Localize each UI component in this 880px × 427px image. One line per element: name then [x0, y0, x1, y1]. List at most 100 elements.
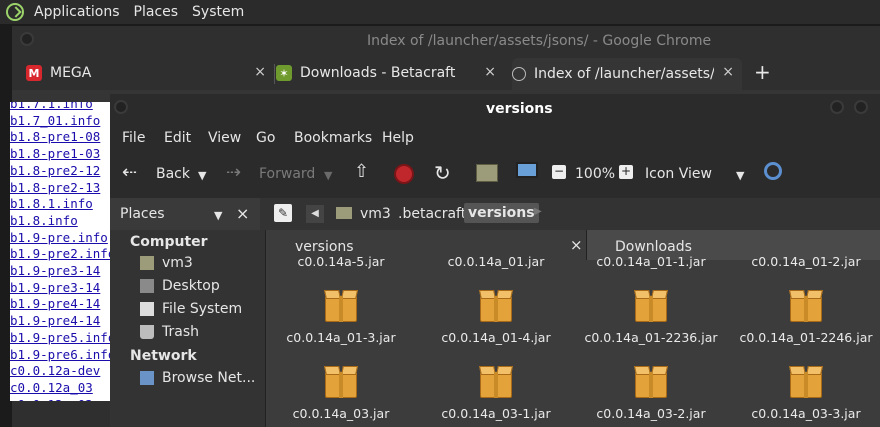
stop-icon[interactable]: [394, 164, 414, 184]
file-item[interactable]: c0.0.14a_01.jar: [421, 254, 571, 269]
directory-listing: b1.7.1.info b1.7_01.info b1.8-pre1-08 b1.8-…: [10, 102, 120, 401]
listing-link[interactable]: b1.8.info: [10, 213, 120, 230]
menu-file[interactable]: File: [122, 130, 145, 146]
listing-link[interactable]: b1.9-pre6.info: [10, 347, 120, 364]
tab-label: Downloads - Betacraft: [300, 65, 456, 81]
file-item[interactable]: c0.0.14a_01-3.jar: [266, 288, 416, 345]
breadcrumb-left-icon[interactable]: ◀: [306, 205, 324, 223]
file-name: c0.0.14a_01.jar: [447, 254, 545, 269]
file-item[interactable]: c0.0.14a_01-2246.jar: [731, 288, 880, 345]
package-icon: [478, 364, 514, 400]
sidebar-dropdown-icon[interactable]: ▼: [214, 209, 222, 222]
file-item[interactable]: c0.0.14a_03-3.jar: [731, 364, 880, 421]
places-sidebar: Computer vm3 Desktop File System Trash N…: [110, 230, 265, 427]
file-item[interactable]: c0.0.14a_01-4.jar: [421, 288, 571, 345]
minimize-icon[interactable]: [830, 100, 844, 114]
close-tab-icon[interactable]: ×: [254, 64, 266, 80]
forward-button[interactable]: Forward: [259, 166, 315, 182]
listing-link[interactable]: b1.8-pre2-13: [10, 180, 120, 197]
window-menu-icon[interactable]: [114, 100, 128, 114]
listing-link[interactable]: c0.0.12a-dev: [10, 363, 120, 380]
package-icon: [788, 288, 824, 324]
view-mode-select[interactable]: Icon View: [645, 166, 712, 182]
forward-dropdown-icon[interactable]: ▼: [324, 169, 332, 182]
sidebar-type-select[interactable]: Places: [120, 206, 165, 222]
file-item[interactable]: c0.0.14a_01-1.jar: [576, 254, 726, 269]
back-dropdown-icon[interactable]: ▼: [198, 169, 206, 182]
file-item[interactable]: c0.0.14a-5.jar: [266, 254, 416, 269]
file-name: c0.0.14a_01-2236.jar: [584, 330, 718, 345]
search-icon[interactable]: [764, 162, 782, 180]
home-folder-icon[interactable]: [476, 164, 498, 182]
edit-location-icon[interactable]: ✎: [274, 204, 292, 222]
back-arrow-icon[interactable]: ⇠: [122, 162, 137, 183]
reload-icon[interactable]: ↻: [434, 161, 451, 185]
file-name: c0.0.14a_03-2.jar: [596, 406, 706, 421]
file-view: versions × Downloads c0.0.14a-5.jar c0.0.…: [265, 230, 880, 427]
listing-link[interactable]: b1.8-pre1-08: [10, 129, 120, 146]
forward-arrow-icon[interactable]: ⇢: [226, 162, 241, 183]
back-button[interactable]: Back: [156, 166, 190, 182]
breadcrumb-betacraft[interactable]: .betacraft: [398, 206, 466, 222]
breadcrumb-versions[interactable]: versions: [464, 203, 539, 223]
listing-link[interactable]: b1.8-pre2-12: [10, 163, 120, 180]
location-bar: Places ▼ × ✎ ◀ vm3 .betacraft versions ▶: [110, 198, 880, 230]
file-item[interactable]: c0.0.14a_01-2236.jar: [576, 288, 726, 345]
window-menu-icon[interactable]: [20, 32, 34, 46]
package-icon: [788, 364, 824, 400]
toolbar: ⇠ Back ▼ ⇢ Forward ▼ ⇧ ↻ − 100% + Icon V…: [110, 152, 880, 198]
breadcrumb-right-icon[interactable]: ▶: [534, 206, 542, 217]
listing-link[interactable]: c0.0.12a_03: [10, 397, 120, 401]
sidebar-item-trash[interactable]: Trash: [140, 324, 199, 340]
listing-link[interactable]: b1.9-pre4-14: [10, 296, 120, 313]
listing-link[interactable]: b1.9-pre4-14: [10, 313, 120, 330]
menu-help[interactable]: Help: [382, 130, 414, 146]
zoom-in-icon[interactable]: +: [619, 165, 633, 179]
new-tab-button[interactable]: +: [754, 60, 771, 84]
listing-link[interactable]: b1.9-pre3-14: [10, 263, 120, 280]
listing-link[interactable]: b1.8-pre1-03: [10, 146, 120, 163]
listing-link[interactable]: b1.9-pre3-14: [10, 280, 120, 297]
maximize-icon[interactable]: [854, 100, 868, 114]
applications-menu[interactable]: Applications: [34, 4, 120, 20]
up-icon[interactable]: ⇧: [354, 161, 369, 182]
network-icon: [140, 371, 154, 385]
computer-icon[interactable]: [516, 162, 538, 178]
menu-bookmarks[interactable]: Bookmarks: [294, 130, 372, 146]
menu-edit[interactable]: Edit: [164, 130, 191, 146]
sidebar-item-desktop[interactable]: Desktop: [140, 278, 220, 294]
listing-link[interactable]: b1.7_01.info: [10, 113, 120, 130]
close-tab-icon[interactable]: ×: [484, 64, 496, 80]
zoom-out-icon[interactable]: −: [552, 165, 566, 179]
betacraft-icon: ✶: [276, 65, 292, 81]
file-item[interactable]: c0.0.14a_03-2.jar: [576, 364, 726, 421]
system-menu[interactable]: System: [192, 4, 244, 20]
close-pane-icon[interactable]: ×: [570, 236, 583, 254]
sidebar-item-file-system[interactable]: File System: [140, 301, 242, 317]
close-tab-icon[interactable]: ×: [722, 64, 734, 80]
file-manager-window: versions File Edit View Go Bookmarks Hel…: [110, 94, 880, 427]
file-item[interactable]: c0.0.14a_03-1.jar: [421, 364, 571, 421]
tab-mega[interactable]: M MEGA ×: [26, 58, 274, 88]
listing-link[interactable]: c0.0.12a_03: [10, 380, 120, 397]
listing-link[interactable]: b1.8.1.info: [10, 196, 120, 213]
places-menu[interactable]: Places: [134, 4, 179, 20]
tab-index-jsons[interactable]: Index of /launcher/assets/jsons/ ×: [512, 58, 742, 90]
listing-link[interactable]: b1.9-pre.info: [10, 230, 120, 247]
listing-link[interactable]: b1.9-pre2.info: [10, 246, 120, 263]
file-item[interactable]: c0.0.14a_01-2.jar: [731, 254, 880, 269]
listing-link[interactable]: b1.7.1.info: [10, 102, 120, 113]
sidebar-item-vm3[interactable]: vm3: [140, 255, 193, 271]
close-sidebar-icon[interactable]: ×: [236, 204, 249, 223]
view-dropdown-icon[interactable]: ▼: [736, 169, 744, 182]
tab-betacraft[interactable]: ✶ Downloads - Betacraft ×: [272, 58, 504, 88]
listing-link[interactable]: b1.9-pre5.info: [10, 330, 120, 347]
file-name: c0.0.14a_03.jar: [292, 406, 390, 421]
menu-view[interactable]: View: [208, 130, 241, 146]
breadcrumb-vm3[interactable]: vm3: [360, 206, 391, 222]
file-item[interactable]: c0.0.14a_03.jar: [266, 364, 416, 421]
mint-logo-icon[interactable]: [6, 3, 24, 21]
tab-label: MEGA: [50, 65, 92, 81]
sidebar-item-browse-network[interactable]: Browse Net...: [140, 370, 255, 386]
menu-go[interactable]: Go: [256, 130, 275, 146]
